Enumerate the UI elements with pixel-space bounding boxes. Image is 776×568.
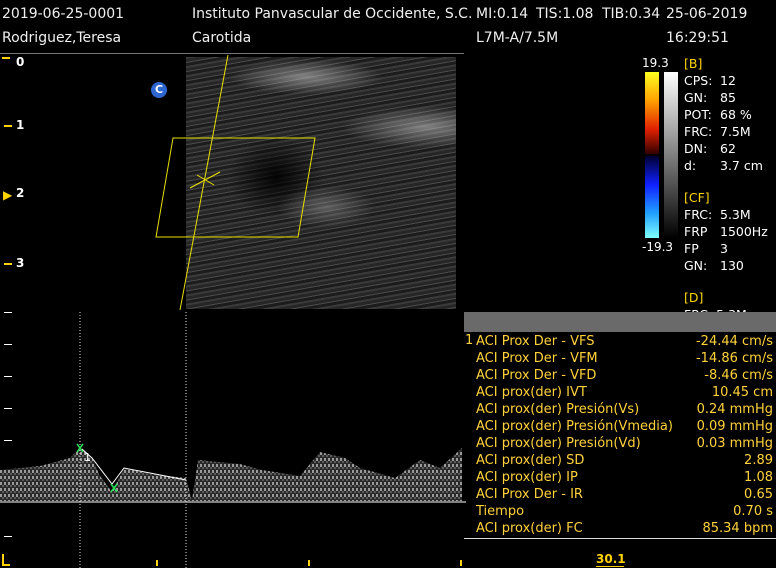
param-value: 68 % (720, 107, 752, 122)
measurement-row: ACI prox(der) Presión(Vs) 0.24 mmHg (464, 402, 776, 419)
measurement-label: ACI Prox Der - IR (476, 487, 583, 502)
param-value: 3.7 cm (720, 158, 763, 173)
param-label: CPS: (684, 73, 713, 88)
measurement-value: -14.86 cm/s (695, 351, 773, 366)
measurement-row: ACI prox(der) IVT 10.45 cm (464, 385, 776, 402)
measurement-label: ACI Prox Der - VFD (476, 368, 597, 383)
measurement-row: ACI prox(der) SD 2.89 (464, 453, 776, 470)
velocity-ticks (4, 312, 12, 537)
measurement-value: -8.46 cm/s (704, 368, 773, 383)
param-value: 7.5M (720, 124, 751, 139)
time-tick (156, 560, 158, 566)
measurement-row: ACI prox(der) Presión(Vmedia) 0.09 mmHg (464, 419, 776, 436)
param-label: DN: (684, 141, 708, 156)
measurement-row: ACI Prox Der - VFM -14.86 cm/s (464, 351, 776, 368)
param-value: 62 (720, 141, 736, 156)
measurement-row: ACI prox(der) FC 85.34 bpm (464, 521, 776, 538)
sweep-underline (596, 566, 624, 567)
param-label: FRC: (684, 207, 713, 222)
param-label: FRP (684, 224, 708, 239)
tib-index: TIB:0.34 (602, 6, 661, 22)
spectral-waveform (0, 448, 462, 501)
measurement-label: ACI Prox Der - VFM (476, 351, 598, 366)
measurement-label: ACI prox(der) Presión(Vd) (476, 436, 641, 451)
time-tick (308, 560, 310, 566)
measurement-header (464, 312, 776, 332)
measurement-divider (464, 538, 776, 539)
measurement-row: Tiempo 0.70 s (464, 504, 776, 521)
measurement-label: Tiempo (476, 504, 525, 519)
time-tick (460, 560, 462, 566)
param-label: POT: (684, 107, 712, 122)
d-mode-title: [D] (684, 290, 704, 305)
color-scale-max: 19.3 (642, 56, 669, 70)
measurement-value: 2.89 (744, 453, 773, 468)
measurement-label: ACI prox(der) IVT (476, 385, 587, 400)
param-label: GN: (684, 90, 708, 105)
measurement-label: ACI prox(der) IP (476, 470, 578, 485)
measurement-row: ACI prox(der) IP 1.08 (464, 470, 776, 487)
param-value: 130 (720, 258, 744, 273)
measurement-label: ACI prox(der) Presión(Vs) (476, 402, 640, 417)
measurement-value: 10.45 cm (711, 385, 773, 400)
param-label: GN: (684, 258, 708, 273)
probe-info: L7M-A/7.5M (476, 30, 559, 46)
param-value: 1500Hz (720, 224, 768, 239)
measurement-row: ACI Prox Der - IR 0.65 (464, 487, 776, 504)
measurement-value: 0.09 mmHg (696, 419, 773, 434)
measurement-row: ACI Prox Der - VFD -8.46 cm/s (464, 368, 776, 385)
measurement-value: 85.34 bpm (702, 521, 773, 536)
sweep-label: 30.1 (596, 552, 626, 566)
exam-date: 25-06-2019 (666, 6, 748, 22)
doppler-cursor-line (179, 54, 229, 311)
measurement-value: 0.03 mmHg (696, 436, 773, 451)
measurement-label: ACI Prox Der - VFS (476, 334, 595, 349)
mi-index: MI:0.14 (476, 6, 529, 22)
color-box (155, 137, 316, 238)
time-tick (2, 564, 10, 566)
cf-mode-title: [CF] (684, 190, 710, 205)
param-value: 5.3M (720, 207, 751, 222)
b-mode-title: [B] (684, 56, 703, 71)
cursor-label: 1 (84, 451, 91, 464)
gray-scale-bar (664, 72, 678, 238)
param-value: 85 (720, 90, 736, 105)
spectral-doppler[interactable] (0, 308, 466, 568)
measurement-label: ACI prox(der) FC (476, 521, 583, 536)
measurement-value: 1.08 (744, 470, 773, 485)
measurement-row: ACI Prox Der - VFS -24.44 cm/s (464, 334, 776, 351)
param-value: 12 (720, 73, 736, 88)
color-scale-negative (645, 156, 659, 238)
measurement-label: ACI prox(der) Presión(Vmedia) (476, 419, 673, 434)
measurement-value: -24.44 cm/s (695, 334, 773, 349)
measurement-value: 0.24 mmHg (696, 402, 773, 417)
measurement-label: ACI prox(der) SD (476, 453, 585, 468)
measurement-row: ACI prox(der) Presión(Vd) 0.03 mmHg (464, 436, 776, 453)
color-scale-positive (645, 72, 659, 154)
tis-index: TIS:1.08 (536, 6, 594, 22)
measurement-value: 0.70 s (733, 504, 773, 519)
color-scale-min: -19.3 (642, 240, 674, 254)
measurement-value: 0.65 (744, 487, 773, 502)
param-label: FP (684, 241, 699, 256)
param-value: 3 (720, 241, 728, 256)
exam-time: 16:29:51 (666, 30, 729, 46)
param-label: d: (684, 158, 697, 173)
param-label: FRC: (684, 124, 713, 139)
